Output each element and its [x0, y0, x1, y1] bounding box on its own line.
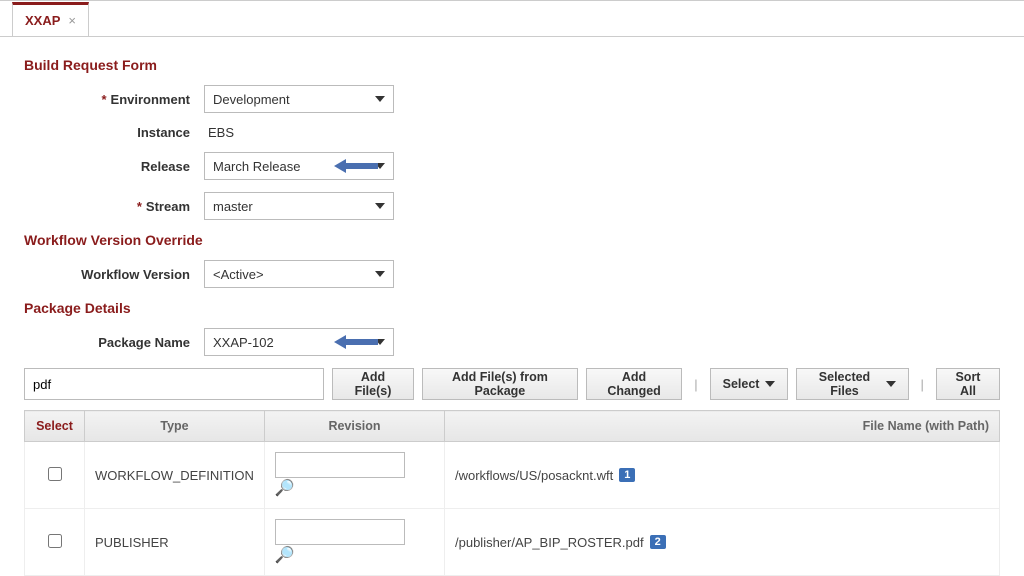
search-icon[interactable]: 🔍: [275, 478, 295, 498]
chevron-down-icon: [765, 381, 775, 387]
files-table: Select Type Revision File Name (with Pat…: [24, 410, 1000, 576]
select-workflow-version-value: <Active>: [213, 267, 264, 282]
row-checkbox[interactable]: [48, 534, 62, 548]
col-header-file[interactable]: File Name (with Path): [445, 411, 1000, 442]
col-header-revision[interactable]: Revision: [265, 411, 445, 442]
tab-bar: XXAP ×: [0, 1, 1024, 37]
label-package-name: Package Name: [24, 335, 204, 350]
toolbar-separator: |: [690, 377, 701, 392]
cell-path: /workflows/US/posacknt.wft: [455, 468, 613, 483]
select-workflow-version[interactable]: <Active>: [204, 260, 394, 288]
label-stream: *Stream: [24, 199, 204, 214]
label-release: Release: [24, 159, 204, 174]
table-row: WORKFLOW_DEFINITION 🔍 /workflows/US/posa…: [25, 442, 1000, 509]
add-files-from-package-button[interactable]: Add File(s) from Package: [422, 368, 578, 400]
chevron-down-icon: [375, 271, 385, 277]
cell-type: WORKFLOW_DEFINITION: [85, 442, 265, 509]
search-input[interactable]: [24, 368, 324, 400]
add-files-button[interactable]: Add File(s): [332, 368, 414, 400]
row-badge: 2: [650, 535, 666, 549]
col-header-type[interactable]: Type: [85, 411, 265, 442]
sort-all-button[interactable]: Sort All: [936, 368, 1000, 400]
search-icon[interactable]: 🔍: [275, 545, 295, 565]
select-environment[interactable]: Development: [204, 85, 394, 113]
col-header-select[interactable]: Select: [25, 411, 85, 442]
cell-path: /publisher/AP_BIP_ROSTER.pdf: [455, 535, 644, 550]
select-package-name-value: XXAP-102: [213, 335, 274, 350]
arrow-left-icon: [334, 158, 378, 174]
section-build-request: Build Request Form: [24, 57, 1000, 73]
tab-xxap[interactable]: XXAP ×: [12, 2, 89, 36]
chevron-down-icon: [375, 96, 385, 102]
label-workflow-version: Workflow Version: [24, 267, 204, 282]
value-instance: EBS: [204, 125, 234, 140]
row-checkbox[interactable]: [48, 467, 62, 481]
table-row: PUBLISHER 🔍 /publisher/AP_BIP_ROSTER.pdf…: [25, 509, 1000, 576]
section-package-details: Package Details: [24, 300, 1000, 316]
select-stream[interactable]: master: [204, 192, 394, 220]
close-icon[interactable]: ×: [68, 14, 76, 27]
chevron-down-icon: [886, 381, 896, 387]
section-workflow-override: Workflow Version Override: [24, 232, 1000, 248]
revision-input[interactable]: [275, 452, 405, 478]
row-badge: 1: [619, 468, 635, 482]
cell-type: PUBLISHER: [85, 509, 265, 576]
tab-label: XXAP: [25, 13, 60, 28]
arrow-left-icon: [334, 334, 378, 350]
select-environment-value: Development: [213, 92, 290, 107]
label-environment: *Environment: [24, 92, 204, 107]
select-release-value: March Release: [213, 159, 300, 174]
revision-input[interactable]: [275, 519, 405, 545]
selected-files-dropdown-button[interactable]: Selected Files: [796, 368, 908, 400]
file-toolbar: Add File(s) Add File(s) from Package Add…: [24, 368, 1000, 400]
toolbar-separator: |: [917, 377, 928, 392]
select-dropdown-button[interactable]: Select: [710, 368, 789, 400]
label-instance: Instance: [24, 125, 204, 140]
select-stream-value: master: [213, 199, 253, 214]
chevron-down-icon: [375, 203, 385, 209]
add-changed-button[interactable]: Add Changed: [586, 368, 682, 400]
